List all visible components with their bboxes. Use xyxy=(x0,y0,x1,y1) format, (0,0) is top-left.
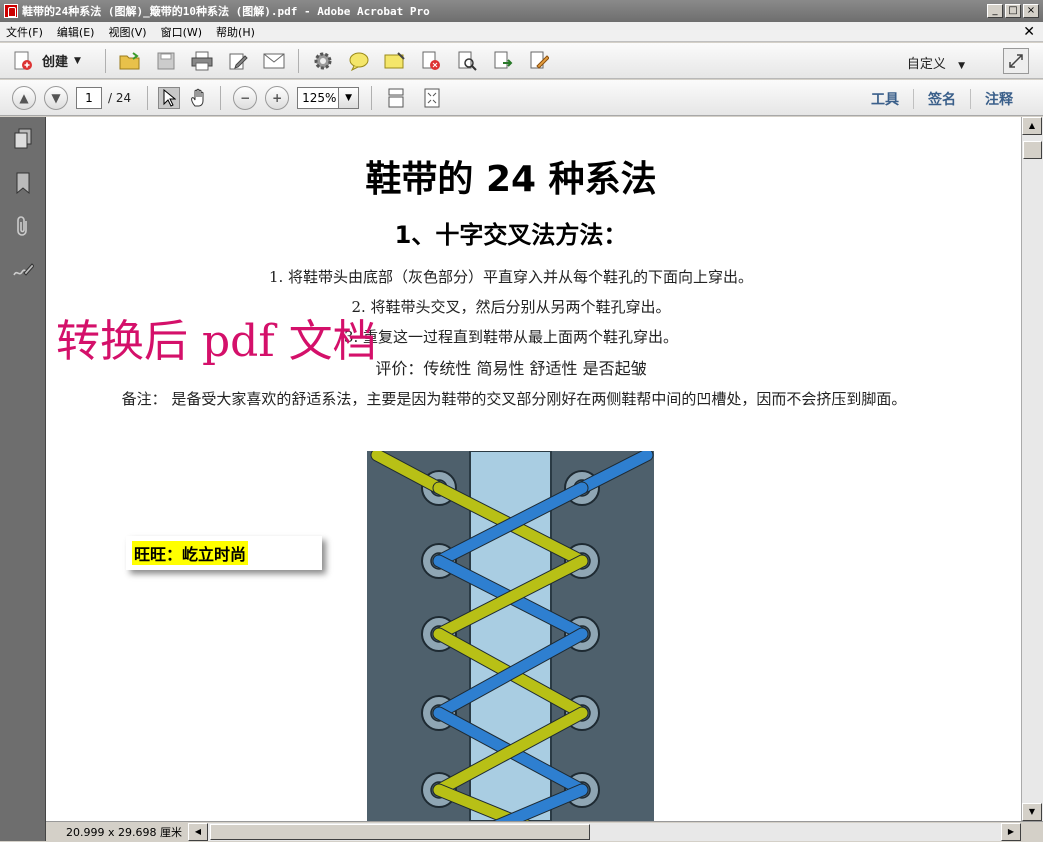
document-view[interactable]: 鞋带的 24 种系法 1、十字交叉法方法： 1. 将鞋带头由底部（灰色部分）平直… xyxy=(46,117,1021,821)
chevron-down-icon: ▼ xyxy=(345,92,353,103)
email-icon[interactable] xyxy=(263,50,285,72)
create-label: 创建 xyxy=(42,55,69,70)
search-icon[interactable] xyxy=(456,50,478,72)
menu-edit[interactable]: 编辑(E) xyxy=(57,24,95,40)
print-icon[interactable] xyxy=(191,50,213,72)
toolbar-divider xyxy=(297,48,299,73)
tab-sign[interactable]: 签名 xyxy=(913,89,970,109)
chevron-down-icon: ▼ xyxy=(74,55,81,66)
close-document-icon[interactable]: ✕ xyxy=(1023,24,1035,40)
highlight-icon[interactable] xyxy=(384,50,406,72)
delete-page-icon[interactable] xyxy=(420,50,442,72)
hand-tool-icon[interactable] xyxy=(188,87,210,109)
close-button[interactable]: × xyxy=(1023,4,1039,18)
toolbar-divider xyxy=(147,85,149,110)
resize-grip[interactable] xyxy=(1021,821,1043,842)
minimize-button[interactable]: _ xyxy=(987,4,1003,18)
menu-help[interactable]: 帮助(H) xyxy=(216,24,255,40)
shoelace-diagram xyxy=(367,451,654,821)
toolbar-divider xyxy=(104,48,106,73)
maximize-button[interactable]: □ xyxy=(1005,4,1021,18)
customize-dropdown[interactable]: 自定义 ▼ xyxy=(907,53,965,72)
zoom-dropdown-button[interactable]: ▼ xyxy=(339,86,360,109)
tab-comment[interactable]: 注释 xyxy=(970,89,1027,109)
create-pdf-icon xyxy=(14,51,32,70)
navigation-pane xyxy=(0,117,46,841)
open-icon[interactable] xyxy=(119,50,141,72)
main-toolbar: 创建 ▼ 自定义 ▼ xyxy=(0,43,1043,79)
page-size-readout: 20.999 x 29.698 厘米 xyxy=(66,825,182,839)
menu-file[interactable]: 文件(F) xyxy=(6,24,43,40)
scroll-mode-icon[interactable] xyxy=(385,87,407,109)
signatures-icon[interactable] xyxy=(0,249,46,293)
sticky-note: 旺旺：屹立时尚 xyxy=(126,536,322,570)
edit-icon[interactable] xyxy=(227,50,249,72)
menu-bar: 文件(F) 编辑(E) 视图(V) 窗口(W) 帮助(H) ✕ xyxy=(0,22,1043,42)
toolbar-divider xyxy=(220,85,222,110)
vertical-scrollbar[interactable]: ▲ ▼ xyxy=(1021,117,1043,821)
status-bar: 20.999 x 29.698 厘米 ◀ ▶ xyxy=(46,821,1043,842)
page-total: / 24 xyxy=(108,90,132,105)
previous-page-button[interactable]: ▲ xyxy=(12,85,36,110)
tab-tools[interactable]: 工具 xyxy=(857,89,913,109)
arrow-down-icon: ▼ xyxy=(51,90,61,105)
chevron-down-icon: ▼ xyxy=(958,61,965,71)
comment-icon[interactable] xyxy=(348,50,370,72)
page-number-input[interactable]: 1 xyxy=(76,86,102,109)
next-page-button[interactable]: ▼ xyxy=(44,85,68,110)
window-title: 鞋带的24种系法 (图解)_簸带的10种系法 (图解).pdf - Adobe … xyxy=(22,5,430,18)
page-thumbnails-icon[interactable] xyxy=(0,117,46,161)
title-bar: 鞋带的24种系法 (图解)_簸带的10种系法 (图解).pdf - Adobe … xyxy=(0,0,1043,22)
bookmarks-icon[interactable] xyxy=(0,161,46,205)
document-title: 鞋带的 24 种系法 xyxy=(365,159,657,200)
export-icon[interactable] xyxy=(492,50,514,72)
section-title: 1、十字交叉法方法： xyxy=(394,221,628,249)
fit-page-icon[interactable] xyxy=(421,87,443,109)
expand-icon[interactable] xyxy=(1003,48,1029,74)
settings-icon[interactable] xyxy=(312,50,334,72)
horizontal-scroll-thumb[interactable] xyxy=(210,823,590,840)
menu-window[interactable]: 窗口(W) xyxy=(161,24,202,40)
customize-label: 自定义 xyxy=(906,57,946,72)
zoom-input[interactable]: 125% xyxy=(297,86,340,109)
sign-icon[interactable] xyxy=(528,50,550,72)
save-icon[interactable] xyxy=(155,50,177,72)
scroll-right-button[interactable]: ▶ xyxy=(1001,822,1021,841)
navigation-toolbar: ▲ ▼ 1 / 24 − + 125% ▼ 工具 签名 注释 xyxy=(0,80,1043,116)
vertical-scroll-thumb[interactable] xyxy=(1023,141,1042,159)
scroll-down-button[interactable]: ▼ xyxy=(1022,803,1042,821)
arrow-up-icon: ▲ xyxy=(19,90,29,105)
task-pane-tabs: 工具 签名 注释 xyxy=(857,89,1027,109)
create-button[interactable]: 创建 ▼ xyxy=(12,50,81,72)
horizontal-scrollbar[interactable]: ◀ ▶ xyxy=(188,822,1021,841)
attachments-icon[interactable] xyxy=(0,205,46,249)
scroll-left-button[interactable]: ◀ xyxy=(188,822,208,841)
toolbar-divider xyxy=(371,85,373,110)
plus-icon: + xyxy=(272,90,283,105)
sticky-note-text: 旺旺：屹立时尚 xyxy=(132,541,249,565)
note-text: 备注： 是备受大家喜欢的舒适系法，主要是因为鞋带的交叉部分刚好在两侧鞋帮中间的凹… xyxy=(121,390,907,408)
scroll-up-button[interactable]: ▲ xyxy=(1022,117,1042,135)
watermark-overlay: 转换后 pdf 文档 xyxy=(56,316,377,367)
minus-icon: − xyxy=(240,90,251,105)
acrobat-app-icon xyxy=(4,4,18,18)
select-tool-icon[interactable] xyxy=(158,86,181,109)
zoom-in-button[interactable]: + xyxy=(265,85,290,110)
zoom-out-button[interactable]: − xyxy=(233,85,258,110)
menu-view[interactable]: 视图(V) xyxy=(108,24,146,40)
step-1: 1. 将鞋带头由底部（灰色部分）平直穿入并从每个鞋孔的下面向上穿出。 xyxy=(268,268,754,286)
